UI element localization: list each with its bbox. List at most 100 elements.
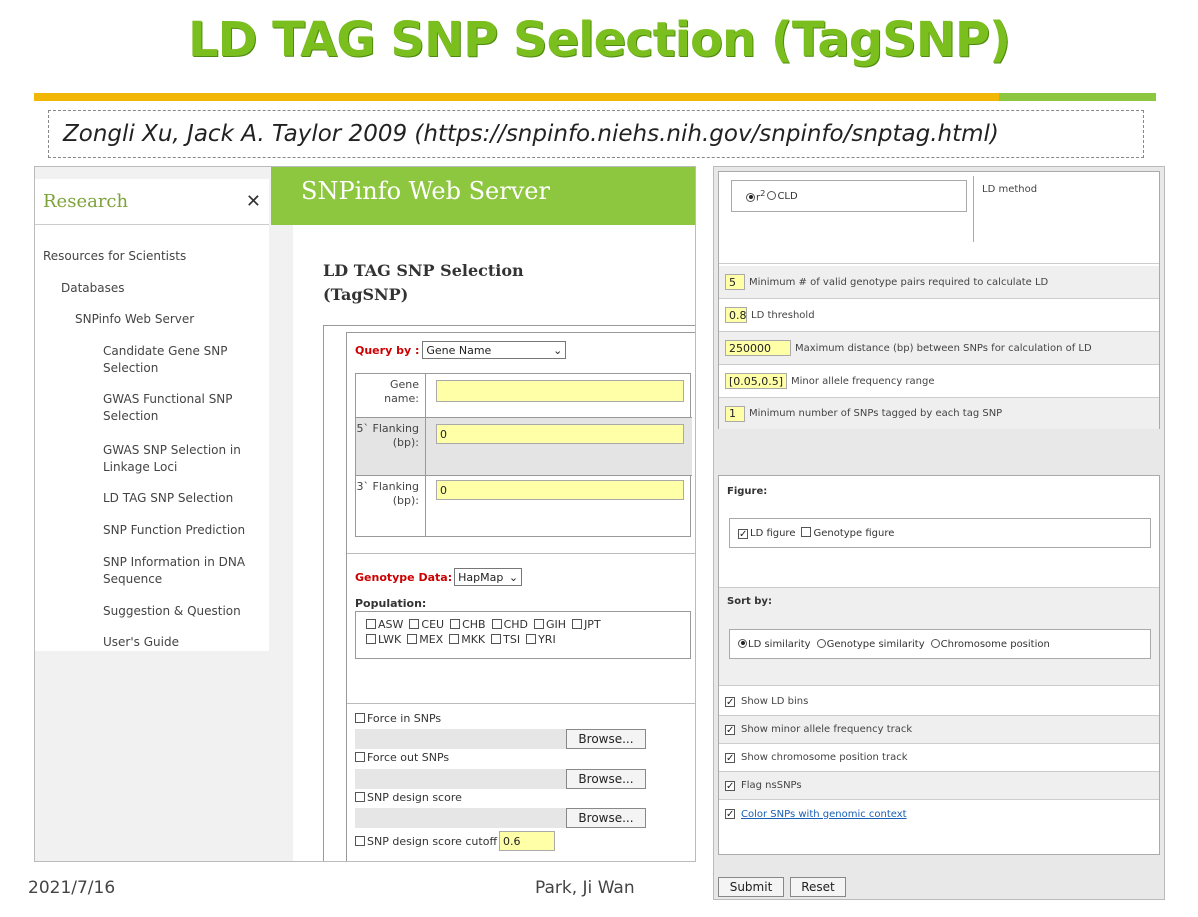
radio-icon (746, 192, 755, 202)
sidebar-item-suggestion[interactable]: Suggestion & Question (103, 603, 241, 620)
pop-chd[interactable]: CHD (491, 618, 528, 631)
pop-ceu[interactable]: CEU (409, 618, 444, 631)
color-snps-link[interactable]: Color SNPs with genomic context (741, 809, 907, 820)
design-score-label: SNP design score (367, 791, 462, 804)
browse-button[interactable]: Browse... (566, 729, 646, 749)
sort-section: Sort by: LD similarity Genotype similari… (719, 588, 1159, 686)
form-outer: Query by : Gene Name ⌄ Gene name: 5` Fla… (323, 325, 695, 861)
opt-r2[interactable]: r2 (746, 188, 765, 204)
min-pairs-input[interactable]: 5 (725, 274, 745, 290)
pop-tsi[interactable]: TSI (491, 633, 520, 646)
flank5-label: 5` Flanking (bp): (356, 418, 426, 475)
pop-label: CHB (462, 618, 486, 631)
option-label: Show chromosome position track (741, 752, 908, 763)
checkbox-icon (409, 619, 420, 629)
pop-mkk[interactable]: MKK (449, 633, 485, 646)
force-in-label: Force in SNPs (367, 712, 442, 725)
sidebar-item-gwas-linkage[interactable]: GWAS SNP Selection in Linkage Loci (103, 442, 253, 476)
sidebar-item-databases[interactable]: Databases (61, 280, 125, 297)
pop-label: LWK (378, 633, 402, 646)
genotype-select[interactable]: HapMap ⌄ (454, 568, 523, 586)
pop-gih[interactable]: GIH (534, 618, 566, 631)
pop-jpt[interactable]: JPT (572, 618, 601, 631)
show-maf-track-checkbox[interactable]: Show minor allele frequency track (719, 716, 1159, 744)
citation: Zongli Xu, Jack A. Taylor 2009 (https://… (48, 110, 1144, 158)
option-label: Show minor allele frequency track (741, 724, 913, 735)
chevron-down-icon: ⌄ (553, 343, 563, 357)
checkbox-icon (407, 634, 418, 644)
pop-label: ASW (378, 618, 404, 631)
close-icon[interactable]: ✕ (246, 191, 261, 212)
sort-chrom-radio[interactable]: Chromosome position (930, 638, 1050, 650)
ld-figure-label: LD figure (750, 527, 796, 539)
population-box: ASW CEU CHB CHD GIH JPT LWK MEX MKK TSI … (355, 611, 691, 659)
design-cutoff-checkbox[interactable]: SNP design score cutoff (355, 835, 497, 848)
sidebar-item-users-guide[interactable]: User's Guide (103, 634, 179, 651)
sidebar-item-gwas-functional[interactable]: GWAS Functional SNP Selection (103, 391, 253, 425)
radio-icon (816, 638, 826, 648)
checkbox-icon (355, 835, 365, 846)
min-tagged-input[interactable]: 1 (725, 405, 745, 422)
sidebar-item-candidate-gene[interactable]: Candidate Gene SNP Selection (103, 343, 253, 377)
sort-genotype-radio[interactable]: Genotype similarity (816, 638, 925, 650)
opt-cld[interactable]: CLD (767, 190, 798, 202)
design-score-file[interactable]: Browse... (355, 808, 646, 828)
pop-lwk[interactable]: LWK (366, 633, 401, 646)
flag-nssnps-checkbox[interactable]: Flag nsSNPs (719, 772, 1159, 800)
browse-button[interactable]: Browse... (566, 808, 646, 828)
flank3-input[interactable]: 0 (436, 480, 684, 500)
query-form: Query by : Gene Name ⌄ Gene name: 5` Fla… (346, 332, 695, 861)
sidebar-item-resources[interactable]: Resources for Scientists (43, 248, 186, 265)
sidebar: Research ✕ Resources for Scientists Data… (35, 179, 269, 651)
pop-label: TSI (503, 633, 521, 646)
color-snps-checkbox[interactable]: Color SNPs with genomic context (719, 800, 1159, 828)
sidebar-item-dna-sequence[interactable]: SNP Information in DNA Sequence (103, 554, 263, 588)
flank3-row: 3` Flanking (bp): 0 (356, 476, 692, 536)
flank5-input[interactable]: 0 (436, 424, 684, 444)
pop-chb[interactable]: CHB (450, 618, 486, 631)
design-cutoff-row: SNP design score cutoff 0.6 (355, 831, 556, 851)
gene-name-input[interactable] (436, 380, 684, 402)
pop-mex[interactable]: MEX (407, 633, 443, 646)
min-tagged-label: Minimum number of SNPs tagged by each ta… (749, 408, 1003, 419)
ld-threshold-input[interactable]: 0.8 (725, 307, 747, 323)
ld-method-row: r2 CLD LD method (719, 172, 1159, 264)
force-in-checkbox[interactable]: Force in SNPs (355, 712, 441, 725)
ld-param-row: 0.8 LD threshold (719, 299, 1159, 332)
sidebar-item-function-prediction[interactable]: SNP Function Prediction (103, 522, 245, 539)
show-ld-bins-checkbox[interactable]: Show LD bins (719, 688, 1159, 716)
design-score-checkbox[interactable]: SNP design score (355, 791, 462, 804)
figure-panel: Figure: LD figure Genotype figure Sort b… (718, 475, 1160, 855)
ld-figure-checkbox[interactable]: LD figure (738, 528, 795, 539)
radio-icon (767, 190, 777, 200)
sidebar-item-snpinfo[interactable]: SNPinfo Web Server (75, 311, 194, 328)
pop-label: MEX (419, 633, 444, 646)
force-in-file[interactable]: Browse... (355, 729, 646, 749)
show-chrom-track-checkbox[interactable]: Show chromosome position track (719, 744, 1159, 772)
min-pairs-label: Minimum # of valid genotype pairs requir… (749, 276, 1049, 288)
design-cutoff-input[interactable]: 0.6 (499, 831, 556, 851)
gene-name-label: Gene name: (356, 374, 426, 417)
submit-button[interactable]: Submit (718, 877, 784, 897)
checkbox-icon (534, 619, 545, 629)
slide-author: Park, Ji Wan (535, 878, 635, 898)
pop-label: YRI (538, 633, 556, 646)
sort-ld-radio[interactable]: LD similarity (738, 638, 811, 650)
pop-yri[interactable]: YRI (526, 633, 556, 646)
genotype-value: HapMap (458, 570, 504, 584)
design-cutoff-label: SNP design score cutoff (367, 834, 498, 848)
server-banner: SNPinfo Web Server (271, 167, 695, 225)
max-distance-input[interactable]: 250000 (725, 340, 791, 356)
genotype-figure-checkbox[interactable]: Genotype figure (801, 527, 894, 539)
force-out-file[interactable]: Browse... (355, 769, 646, 789)
reset-button[interactable]: Reset (790, 877, 846, 897)
sidebar-item-ld-tag[interactable]: LD TAG SNP Selection (103, 490, 233, 507)
pop-asw[interactable]: ASW (366, 618, 403, 631)
query-by-select[interactable]: Gene Name ⌄ (422, 341, 567, 359)
force-out-checkbox[interactable]: Force out SNPs (355, 751, 449, 764)
checkbox-icon (355, 752, 365, 762)
chevron-down-icon: ⌄ (508, 570, 519, 584)
browse-button[interactable]: Browse... (566, 769, 646, 789)
slide-date: 2021/7/16 (28, 878, 116, 898)
maf-range-input[interactable]: [0.05,0.5] (725, 373, 787, 389)
